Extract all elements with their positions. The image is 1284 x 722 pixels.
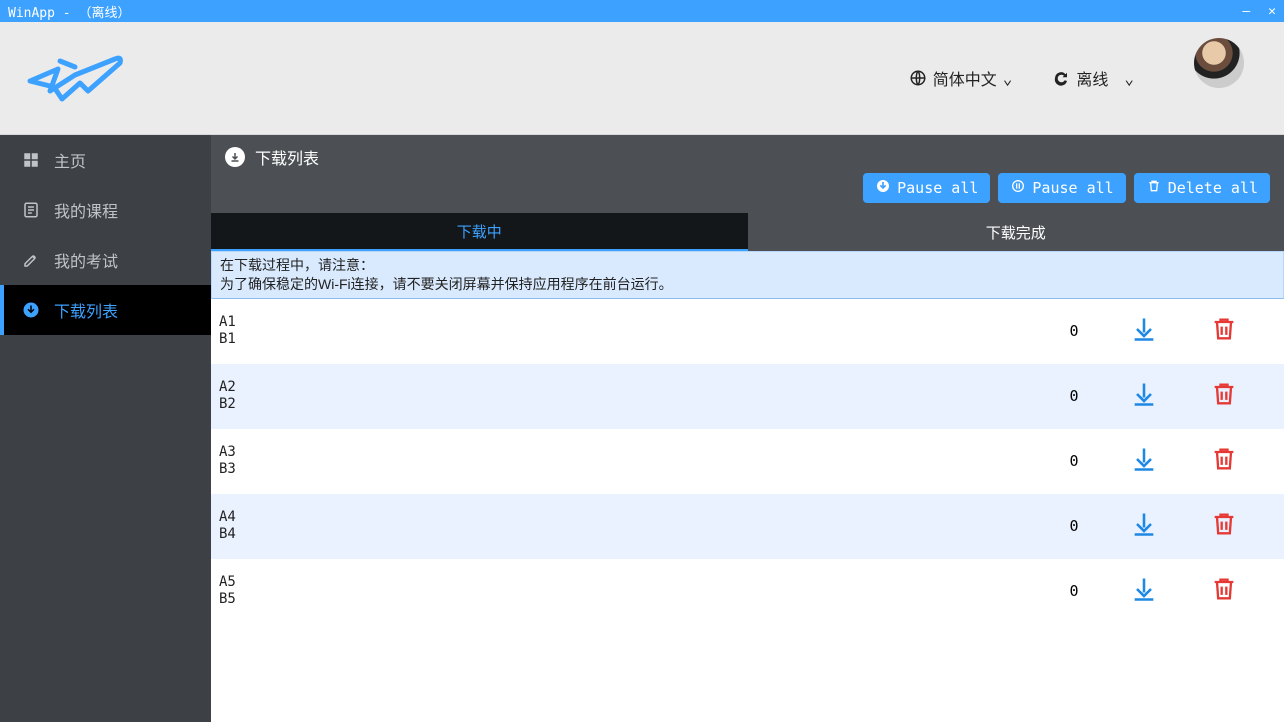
download-item-name: A5B5	[219, 574, 1044, 608]
sidebar: 主页 我的课程 我的考试 下载列表	[0, 135, 211, 722]
download-row: A2B20	[211, 364, 1284, 429]
window-controls: — ✕	[1242, 4, 1276, 19]
refresh-icon	[1052, 69, 1070, 87]
sidebar-item-courses[interactable]: 我的课程	[0, 185, 211, 235]
tabs: 下载中 下载完成	[211, 213, 1284, 251]
minimize-button[interactable]: —	[1242, 4, 1250, 19]
download-action[interactable]	[1104, 315, 1184, 348]
trash-icon	[1146, 178, 1162, 198]
sidebar-item-label: 主页	[54, 148, 86, 172]
page-header: 下载列表 Pause all Pause all	[211, 135, 1284, 213]
chevron-down-icon: ⌄	[1003, 69, 1013, 88]
download-item-count: 0	[1044, 387, 1104, 405]
download-list: A1B10A2B20A3B30A4B40A5B50	[211, 299, 1284, 624]
pause-all-button-2[interactable]: Pause all	[998, 173, 1125, 203]
globe-icon	[909, 69, 927, 87]
download-row: A3B30	[211, 429, 1284, 494]
download-arrow-icon	[875, 178, 891, 198]
titlebar: WinApp - （离线） — ✕	[0, 0, 1284, 22]
download-circle-icon	[22, 301, 40, 319]
content: 在下载过程中，请注意： 为了确保稳定的Wi-Fi连接，请不要关闭屏幕并保持应用程…	[211, 251, 1284, 722]
download-item-count: 0	[1044, 322, 1104, 340]
status-label: 离线	[1076, 66, 1108, 90]
window-title: WinApp - （离线）	[8, 2, 1242, 21]
page-title: 下载列表	[255, 145, 319, 169]
download-action[interactable]	[1104, 380, 1184, 413]
download-icon	[1130, 445, 1158, 478]
status-selector[interactable]: 离线 ⌄	[1052, 66, 1134, 90]
delete-action[interactable]	[1184, 445, 1264, 478]
download-item-count: 0	[1044, 517, 1104, 535]
grid-icon	[22, 151, 40, 169]
app-logo	[20, 41, 130, 116]
download-icon	[1130, 575, 1158, 608]
toolbar: Pause all Pause all Delete all	[225, 173, 1270, 203]
sidebar-item-home[interactable]: 主页	[0, 135, 211, 185]
download-icon	[1130, 315, 1158, 348]
delete-action[interactable]	[1184, 315, 1264, 348]
download-row: A4B40	[211, 494, 1284, 559]
download-item-name: A1B1	[219, 314, 1044, 348]
header-right: 简体中文 ⌄ 离线 ⌄	[909, 38, 1264, 118]
tab-downloading[interactable]: 下载中	[211, 213, 748, 251]
tab-completed[interactable]: 下载完成	[748, 213, 1284, 251]
notice-line-2: 为了确保稳定的Wi-Fi连接，请不要关闭屏幕并保持应用程序在前台运行。	[220, 275, 1275, 294]
download-item-count: 0	[1044, 452, 1104, 470]
sidebar-item-label: 下载列表	[54, 298, 118, 322]
main: 下载列表 Pause all Pause all	[211, 135, 1284, 722]
trash-icon	[1210, 445, 1238, 478]
trash-icon	[1210, 315, 1238, 348]
chevron-down-icon: ⌄	[1124, 69, 1134, 88]
trash-icon	[1210, 510, 1238, 543]
download-item-name: A3B3	[219, 444, 1044, 478]
language-selector[interactable]: 简体中文 ⌄	[909, 66, 1013, 90]
sidebar-item-label: 我的课程	[54, 198, 118, 222]
download-icon	[1130, 380, 1158, 413]
download-item-name: A4B4	[219, 509, 1044, 543]
close-button[interactable]: ✕	[1268, 4, 1276, 19]
language-label: 简体中文	[933, 66, 997, 90]
download-action[interactable]	[1104, 445, 1184, 478]
download-item-name: A2B2	[219, 379, 1044, 413]
book-icon	[22, 201, 40, 219]
trash-icon	[1210, 380, 1238, 413]
pause-all-button-1[interactable]: Pause all	[863, 173, 990, 203]
sidebar-item-downloads[interactable]: 下载列表	[0, 285, 211, 335]
delete-all-button[interactable]: Delete all	[1134, 173, 1270, 203]
sidebar-item-label: 我的考试	[54, 248, 118, 272]
avatar[interactable]	[1194, 38, 1244, 88]
delete-action[interactable]	[1184, 575, 1264, 608]
download-row: A5B50	[211, 559, 1284, 624]
sidebar-item-exams[interactable]: 我的考试	[0, 235, 211, 285]
download-action[interactable]	[1104, 575, 1184, 608]
download-item-count: 0	[1044, 582, 1104, 600]
delete-action[interactable]	[1184, 510, 1264, 543]
notice-banner: 在下载过程中，请注意： 为了确保稳定的Wi-Fi连接，请不要关闭屏幕并保持应用程…	[211, 251, 1284, 299]
trash-icon	[1210, 575, 1238, 608]
edit-icon	[22, 251, 40, 269]
download-circle-icon	[225, 147, 245, 167]
download-row: A1B10	[211, 299, 1284, 364]
header: 简体中文 ⌄ 离线 ⌄	[0, 22, 1284, 135]
download-action[interactable]	[1104, 510, 1184, 543]
pause-circle-icon	[1010, 178, 1026, 198]
notice-line-1: 在下载过程中，请注意：	[220, 256, 1275, 275]
download-icon	[1130, 510, 1158, 543]
delete-action[interactable]	[1184, 380, 1264, 413]
